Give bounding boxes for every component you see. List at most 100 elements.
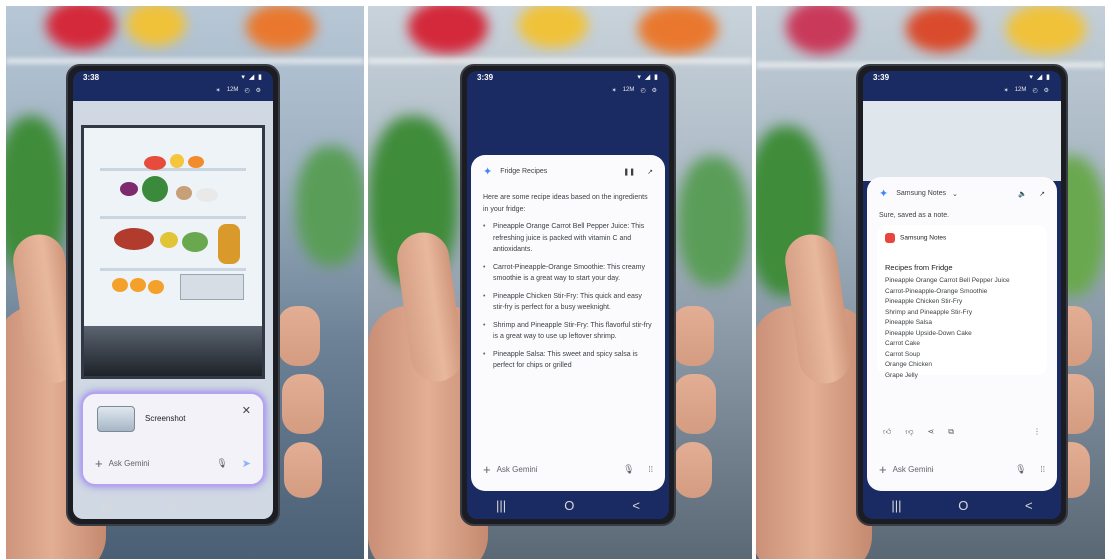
camera-controls: ✶ 12M ◴ ⚙ bbox=[1004, 87, 1049, 94]
settings-icon[interactable]: ⚙ bbox=[1044, 87, 1049, 94]
ask-input[interactable]: Ask Gemini bbox=[497, 465, 624, 474]
copy-icon[interactable]: ⧉ bbox=[948, 427, 954, 437]
fridge-image bbox=[81, 125, 265, 379]
produce-blur bbox=[408, 6, 488, 54]
send-icon[interactable]: ➤ bbox=[242, 457, 251, 470]
timer-icon[interactable]: ◴ bbox=[1032, 87, 1037, 94]
flash-icon[interactable]: ✶ bbox=[1004, 87, 1009, 94]
produce bbox=[196, 188, 218, 202]
flash-icon[interactable]: ✶ bbox=[216, 87, 221, 94]
finger bbox=[674, 374, 716, 434]
phone: 3:38 ▾ ◢ ▮ ✶ 12M ◴ ⚙ Screenshot ✕ + Ask … bbox=[66, 64, 280, 526]
note-app-name: Samsung Notes bbox=[900, 234, 947, 242]
finger bbox=[672, 306, 714, 366]
back-button[interactable]: < bbox=[1025, 498, 1033, 513]
list-item: Pineapple Upside-Down Cake bbox=[885, 329, 972, 337]
card-header: ✦ Samsung Notes ⌄ 🔈 ↗ bbox=[879, 187, 1045, 200]
home-button[interactable]: O bbox=[564, 498, 574, 513]
produce bbox=[130, 278, 146, 292]
list-item: Carrot-Pineapple-Orange Smoothie: This c… bbox=[483, 262, 653, 285]
nav-bar: ||| O < bbox=[863, 495, 1061, 515]
pineapple bbox=[218, 224, 240, 264]
fridge-floor bbox=[84, 326, 262, 376]
chevron-down-icon[interactable]: ⌄ bbox=[952, 190, 1018, 198]
ask-input[interactable]: Ask Gemini bbox=[109, 459, 217, 468]
phone-screen: 3:39 ▾ ◢ ▮ ✶ 12M ◴ ⚙ ✦ Fridge Recipes ❚❚… bbox=[467, 71, 669, 519]
produce-blur bbox=[1006, 6, 1086, 54]
recents-button[interactable]: ||| bbox=[891, 498, 901, 513]
add-icon[interactable]: + bbox=[879, 462, 887, 477]
speaker-icon[interactable]: 🔈 bbox=[1018, 190, 1027, 198]
gemini-icon: ✦ bbox=[483, 166, 493, 178]
list-item: Carrot Soup bbox=[885, 350, 921, 358]
status-bar: 3:39 ▾ ◢ ▮ bbox=[873, 73, 1051, 85]
list-item: Shrimp and Pineapple Stir-Fry bbox=[885, 308, 973, 316]
produce bbox=[120, 182, 138, 196]
phone-screen: 3:38 ▾ ◢ ▮ ✶ 12M ◴ ⚙ Screenshot ✕ + Ask … bbox=[73, 71, 273, 519]
note-card[interactable]: Samsung Notes Recipes from Fridge Pineap… bbox=[877, 225, 1047, 379]
phone: 3:39 ▾ ◢ ▮ ✶ 12M ◴ ⚙ ✦ Fridge Recipes ❚❚… bbox=[460, 64, 676, 526]
list-item: Carrot-Pineapple-Orange Smoothie bbox=[885, 287, 988, 295]
produce bbox=[170, 154, 184, 168]
photo-panel-1: 3:38 ▾ ◢ ▮ ✶ 12M ◴ ⚙ Screenshot ✕ + Ask … bbox=[6, 6, 364, 559]
home-button[interactable]: O bbox=[958, 498, 968, 513]
produce-blur bbox=[906, 6, 976, 52]
back-button[interactable]: < bbox=[632, 498, 640, 513]
timer-icon[interactable]: ◴ bbox=[640, 87, 645, 94]
note-app-row: Samsung Notes bbox=[885, 233, 1039, 243]
resolution-label[interactable]: 12M bbox=[227, 87, 239, 94]
produce bbox=[176, 186, 192, 200]
more-icon[interactable]: ⋮ bbox=[1033, 427, 1041, 437]
status-time: 3:39 bbox=[477, 73, 494, 82]
greens-blur bbox=[678, 156, 748, 286]
gemini-response-card: ✦ Samsung Notes ⌄ 🔈 ↗ Sure, saved as a n… bbox=[867, 177, 1057, 491]
resolution-label[interactable]: 12M bbox=[623, 87, 635, 94]
mic-icon[interactable]: 🎙 bbox=[623, 464, 634, 475]
screenshot-thumbnail[interactable] bbox=[97, 406, 135, 432]
produce bbox=[114, 228, 154, 250]
camera-controls: ✶ 12M ◴ ⚙ bbox=[612, 87, 657, 94]
recipe-list: Pineapple Orange Carrot Bell Pepper Juic… bbox=[483, 221, 653, 372]
thumbs-up-icon[interactable]: 👍︎ bbox=[883, 427, 891, 437]
open-external-icon[interactable]: ↗ bbox=[1039, 190, 1045, 198]
open-external-icon[interactable]: ↗ bbox=[647, 168, 653, 176]
add-icon[interactable]: + bbox=[483, 462, 491, 477]
ask-bar[interactable]: + Ask Gemini 🎙 ➤ bbox=[95, 456, 251, 471]
mic-icon[interactable]: 🎙 bbox=[216, 458, 227, 469]
ask-bar[interactable]: + Ask Gemini 🎙 ⁞⁞ bbox=[879, 462, 1045, 477]
live-icon[interactable]: ⁞⁞ bbox=[1041, 465, 1045, 474]
finger bbox=[282, 374, 324, 434]
share-icon[interactable]: ⋖ bbox=[928, 427, 935, 437]
settings-icon[interactable]: ⚙ bbox=[256, 87, 261, 94]
list-item: Pineapple Salsa bbox=[885, 319, 932, 326]
gemini-overlay[interactable]: Screenshot ✕ + Ask Gemini 🎙 ➤ bbox=[81, 392, 265, 486]
produce-blur bbox=[46, 6, 116, 50]
mic-icon[interactable]: 🎙 bbox=[1015, 464, 1026, 475]
produce-blur bbox=[786, 6, 856, 54]
home-button[interactable]: O bbox=[169, 498, 179, 513]
gemini-icon: ✦ bbox=[879, 188, 889, 200]
recents-button[interactable]: ||| bbox=[102, 498, 112, 513]
back-button[interactable]: < bbox=[237, 498, 245, 513]
photo-panel-3: 3:39 ▾ ◢ ▮ ✶ 12M ◴ ⚙ ✦ Samsung Notes ⌄ 🔈… bbox=[756, 6, 1105, 559]
camera-viewfinder bbox=[863, 101, 1061, 181]
produce bbox=[112, 278, 128, 292]
recents-button[interactable]: ||| bbox=[496, 498, 506, 513]
timer-icon[interactable]: ◴ bbox=[244, 87, 249, 94]
thumbs-down-icon[interactable]: 👎︎ bbox=[905, 427, 913, 437]
ask-input[interactable]: Ask Gemini bbox=[893, 465, 1016, 474]
nav-bar: ||| O < bbox=[467, 495, 669, 515]
produce-blur bbox=[126, 6, 186, 46]
settings-icon[interactable]: ⚙ bbox=[652, 87, 657, 94]
close-icon[interactable]: ✕ bbox=[242, 404, 251, 417]
note-list: Pineapple Orange Carrot Bell Pepper Juic… bbox=[885, 276, 1039, 381]
pause-icon[interactable]: ❚❚ bbox=[623, 168, 635, 176]
resolution-label[interactable]: 12M bbox=[1015, 87, 1027, 94]
reply-text: Sure, saved as a note. bbox=[879, 212, 950, 219]
flash-icon[interactable]: ✶ bbox=[612, 87, 617, 94]
add-icon[interactable]: + bbox=[95, 456, 103, 471]
gemini-response-card: ✦ Fridge Recipes ❚❚ ↗ Here are some reci… bbox=[471, 155, 665, 491]
live-icon[interactable]: ⁞⁞ bbox=[649, 465, 653, 474]
ask-bar[interactable]: + Ask Gemini 🎙 ⁞⁞ bbox=[483, 462, 653, 477]
intro-text: Here are some recipe ideas based on the … bbox=[483, 194, 648, 213]
